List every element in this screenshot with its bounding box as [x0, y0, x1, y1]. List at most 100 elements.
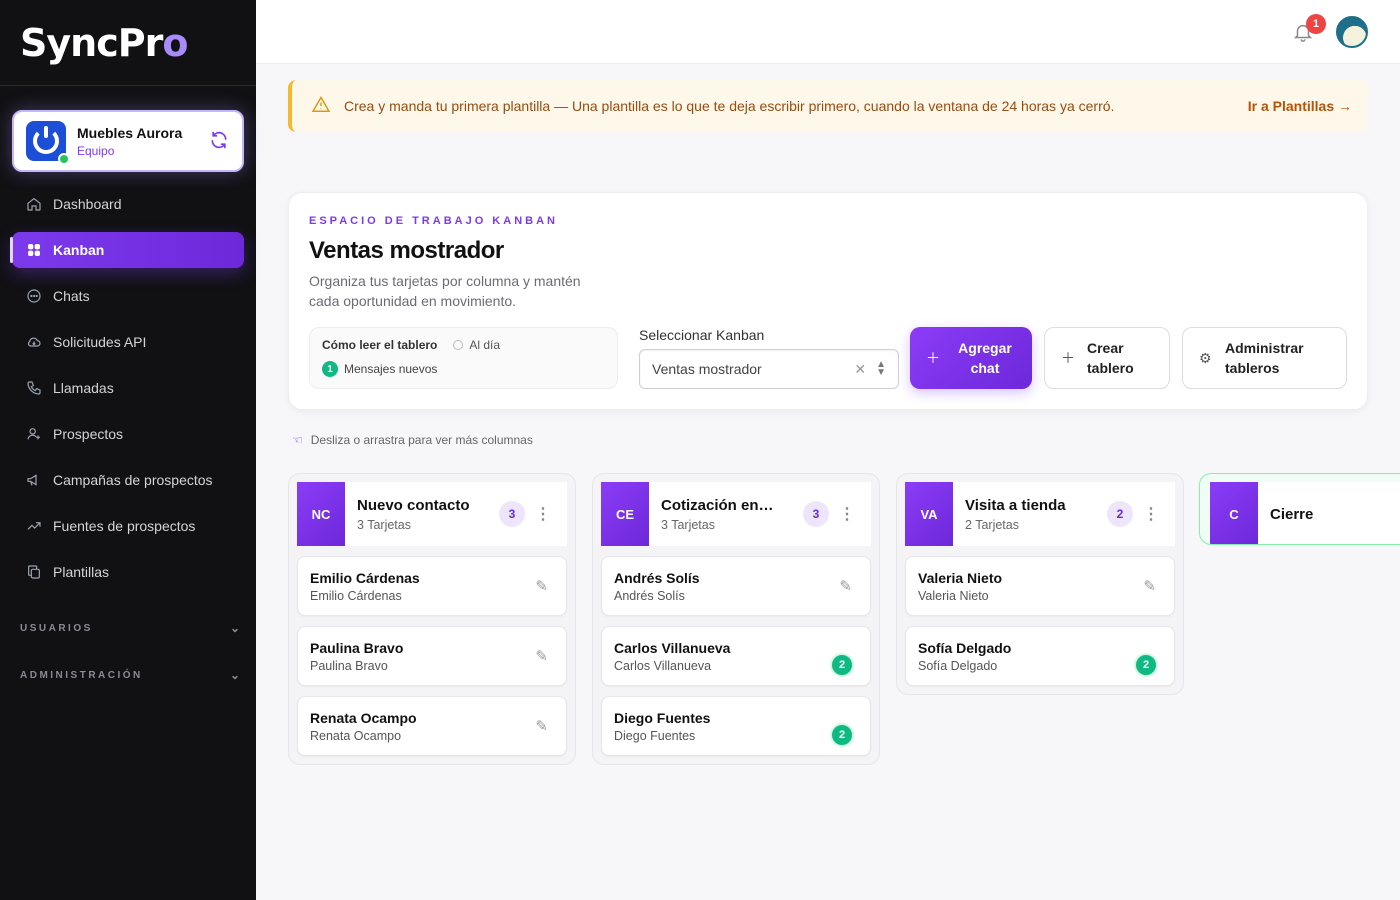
section-label: ADMINISTRACIÓN [20, 669, 143, 681]
drag-hand-icon: ☜ [292, 433, 303, 447]
kanban-column: CE Cotización envi... 3 Tarjetas 3 ⋮ And… [592, 473, 880, 765]
card-name: Carlos Villanueva [614, 640, 731, 656]
pencil-icon[interactable]: ✎ [839, 577, 852, 595]
nav-item-chats[interactable]: Chats [12, 278, 244, 314]
section-label: USUARIOS [20, 622, 93, 634]
workspace-eyebrow: ESPACIO DE TRABAJO KANBAN [309, 215, 558, 227]
grid-icon [25, 241, 43, 259]
card-name: Paulina Bravo [310, 640, 404, 656]
column-title: Cierre [1270, 505, 1314, 523]
card-subtitle: Sofía Delgado [918, 659, 998, 673]
column-header: C Cierre [1210, 482, 1400, 544]
kebab-menu-icon[interactable]: ⋮ [839, 504, 855, 524]
card-subtitle: Emilio Cárdenas [310, 589, 402, 603]
user-plus-icon [25, 425, 43, 443]
trend-icon [25, 517, 43, 535]
nav-label: Prospectos [53, 426, 124, 442]
kanban-card[interactable]: Andrés Solís Andrés Solís ✎ [601, 556, 871, 616]
nav-item-prospect-sources[interactable]: Fuentes de prospectos [12, 508, 244, 544]
nav-item-prospects[interactable]: Prospectos [12, 416, 244, 452]
go-to-templates-link[interactable]: Ir a Plantillas → [1248, 98, 1352, 114]
nav-item-calls[interactable]: Llamadas [12, 370, 244, 406]
kanban-column: VA Visita a tienda 2 Tarjetas 2 ⋮ Valeri… [896, 473, 1184, 695]
workspace-card: ESPACIO DE TRABAJO KANBAN Ventas mostrad… [288, 192, 1368, 410]
account-role: Equipo [77, 143, 115, 158]
plus-icon: ＋ [1061, 350, 1075, 366]
nav-label: Campañas de prospectos [53, 472, 213, 488]
plus-icon: ＋ [926, 350, 940, 366]
banner-message: Crea y manda tu primera plantilla — Una … [344, 98, 1115, 114]
chevron-updown-icon: ▲ ▼ [876, 359, 886, 378]
kanban-card[interactable]: Emilio Cárdenas Emilio Cárdenas ✎ [297, 556, 567, 616]
account-switcher[interactable]: Muebles Aurora Equipo [12, 110, 244, 172]
account-logo [26, 121, 70, 165]
pencil-icon[interactable]: ✎ [1143, 577, 1156, 595]
card-subtitle: Diego Fuentes [614, 729, 696, 743]
megaphone-icon [25, 471, 43, 489]
create-board-button[interactable]: ＋ Crear tablero [1044, 327, 1170, 389]
column-abbr: VA [905, 482, 953, 546]
manage-boards-button[interactable]: ⚙ Administrar tableros [1182, 327, 1347, 389]
kebab-menu-icon[interactable]: ⋮ [535, 504, 551, 524]
column-count-badge: 3 [803, 501, 829, 527]
unread-count-badge: 2 [1134, 653, 1158, 677]
kanban-column: C Cierre [1199, 473, 1400, 545]
brand-logo[interactable]: SyncPro [0, 0, 256, 86]
kanban-card[interactable]: Diego Fuentes Diego Fuentes 2 [601, 696, 871, 756]
card-name: Andrés Solís [614, 570, 700, 586]
column-count-badge: 2 [1107, 501, 1133, 527]
scroll-hint-text: Desliza o arrastra para ver más columnas [310, 433, 533, 447]
nav-item-dashboard[interactable]: Dashboard [12, 186, 244, 222]
nav-label: Llamadas [53, 380, 114, 396]
nav-item-templates[interactable]: Plantillas [12, 554, 244, 590]
manage-boards-label: Administrar tableros [1225, 340, 1304, 376]
kanban-card[interactable]: Paulina Bravo Paulina Bravo ✎ [297, 626, 567, 686]
up-to-date-icon [453, 340, 464, 350]
card-name: Diego Fuentes [614, 710, 711, 726]
kanban-card[interactable]: Carlos Villanueva Carlos Villanueva 2 [601, 626, 871, 686]
notification-count-badge: 1 [1306, 14, 1326, 34]
pencil-icon[interactable]: ✎ [535, 647, 548, 665]
user-avatar[interactable] [1336, 16, 1368, 48]
column-subtitle: 3 Tarjetas [357, 517, 411, 532]
main-nav: Dashboard Kanban Chats Solicitudes API L… [12, 186, 244, 600]
kanban-select[interactable]: Ventas mostrador ✕ ▲ ▼ [639, 349, 899, 389]
topbar: 1 [256, 0, 1400, 64]
card-subtitle: Carlos Villanueva [614, 659, 712, 673]
nav-label: Solicitudes API [53, 334, 147, 350]
legend-new-messages: Mensajes nuevos [344, 362, 438, 376]
page-title: Ventas mostrador [309, 237, 504, 264]
legend-title: Cómo leer el tablero [322, 338, 438, 352]
clear-icon[interactable]: ✕ [854, 361, 866, 378]
nav-label: Kanban [53, 242, 105, 258]
pencil-icon[interactable]: ✎ [535, 717, 548, 735]
kanban-select-group: Seleccionar Kanban Ventas mostrador ✕ ▲ ▼ [639, 327, 899, 389]
column-header: NC Nuevo contacto 3 Tarjetas 3 ⋮ [297, 482, 567, 546]
home-icon [25, 195, 43, 213]
nav-item-api-requests[interactable]: Solicitudes API [12, 324, 244, 360]
template-banner: Crea y manda tu primera plantilla — Una … [288, 80, 1368, 132]
kebab-menu-icon[interactable]: ⋮ [1143, 504, 1159, 524]
nav-item-prospect-campaigns[interactable]: Campañas de prospectos [12, 462, 244, 498]
add-chat-button[interactable]: ＋ Agregar chat [910, 327, 1032, 389]
section-users[interactable]: USUARIOS ⌄ [20, 621, 240, 635]
section-administration[interactable]: ADMINISTRACIÓN ⌄ [20, 668, 240, 682]
nav-label: Chats [53, 288, 90, 304]
nav-label: Fuentes de prospectos [53, 518, 196, 534]
column-header: VA Visita a tienda 2 Tarjetas 2 ⋮ [905, 482, 1175, 546]
nav-item-kanban[interactable]: Kanban [12, 232, 244, 268]
switch-account-icon[interactable] [208, 130, 230, 152]
brand-name: SyncPro [20, 20, 188, 65]
warning-icon [311, 95, 331, 117]
card-name: Sofía Delgado [918, 640, 1012, 656]
kanban-card[interactable]: Valeria Nieto Valeria Nieto ✎ [905, 556, 1175, 616]
online-status-indicator [58, 153, 70, 165]
column-abbr: CE [601, 482, 649, 546]
column-title: Nuevo contacto [357, 496, 470, 514]
kanban-card[interactable]: Renata Ocampo Renata Ocampo ✎ [297, 696, 567, 756]
column-title: Cotización envi... [661, 496, 781, 514]
card-name: Valeria Nieto [918, 570, 1003, 586]
kanban-card[interactable]: Sofía Delgado Sofía Delgado 2 [905, 626, 1175, 686]
card-subtitle: Paulina Bravo [310, 659, 388, 673]
pencil-icon[interactable]: ✎ [535, 577, 548, 595]
